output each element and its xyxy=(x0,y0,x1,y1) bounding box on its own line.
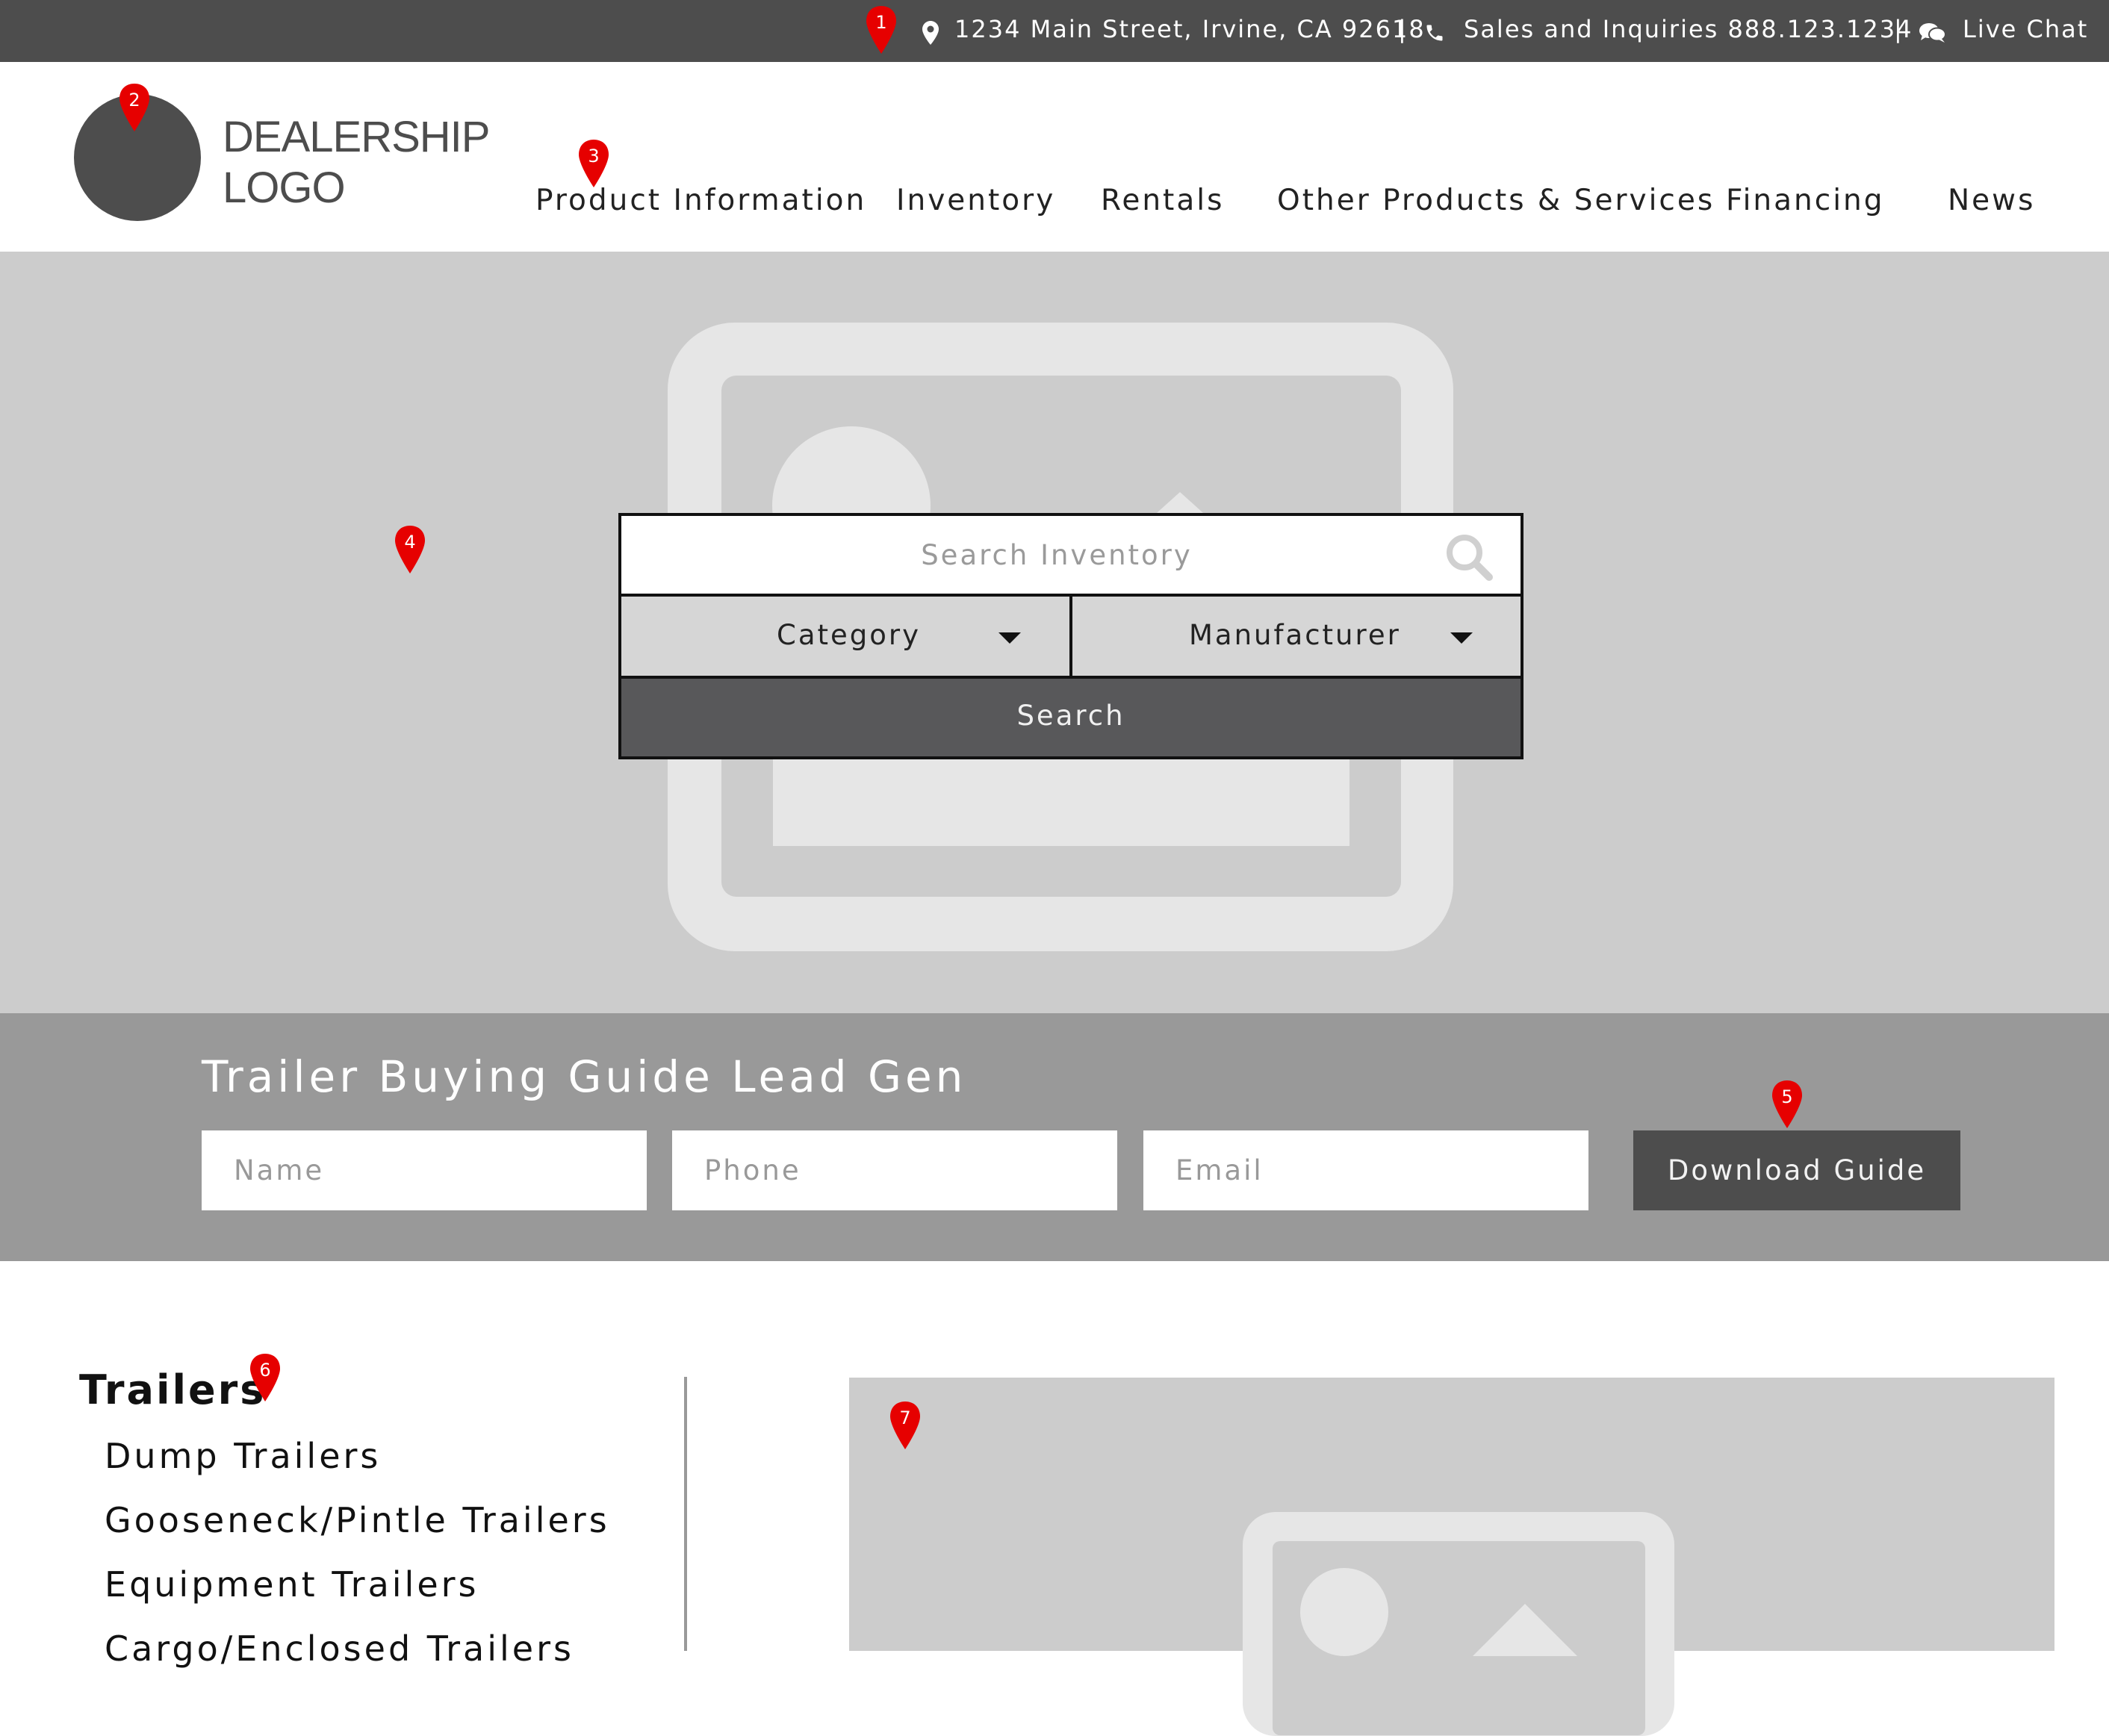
section-divider xyxy=(684,1377,687,1651)
nav-other-products-services[interactable]: Other Products & Services xyxy=(1277,184,1715,217)
nav-financing[interactable]: Financing xyxy=(1726,184,1885,217)
annotation-pin-label: 5 xyxy=(1781,1086,1792,1107)
annotation-pin-label: 6 xyxy=(259,1360,270,1381)
annotation-pin-2: 2 xyxy=(119,84,149,131)
annotation-pin-label: 3 xyxy=(588,146,599,167)
category-link-gooseneck-pintle-trailers[interactable]: Gooseneck/Pintle Trailers xyxy=(105,1500,610,1540)
logo-text-line2[interactable]: LOGO xyxy=(223,163,346,213)
category-link-cargo-enclosed-trailers[interactable]: Cargo/Enclosed Trailers xyxy=(105,1628,574,1669)
search-icon[interactable] xyxy=(1444,532,1495,583)
inventory-search-widget: Category Manufacturer Search xyxy=(618,513,1523,759)
nav-news[interactable]: News xyxy=(1948,184,2035,217)
manufacturer-select-label: Manufacturer xyxy=(1189,619,1401,651)
name-input[interactable] xyxy=(202,1130,647,1210)
category-link-dump-trailers[interactable]: Dump Trailers xyxy=(105,1436,381,1476)
category-select-label: Category xyxy=(777,619,922,651)
manufacturer-select[interactable]: Manufacturer xyxy=(1072,594,1521,676)
placeholder-sun-shape xyxy=(1300,1568,1388,1656)
chevron-down-icon xyxy=(1450,632,1473,644)
location-pin-icon xyxy=(922,21,939,45)
search-button[interactable]: Search xyxy=(621,676,1521,756)
email-input[interactable] xyxy=(1143,1130,1588,1210)
search-inventory-input[interactable] xyxy=(621,516,1521,594)
annotation-pin-label: 7 xyxy=(899,1407,910,1428)
annotation-pin-label: 2 xyxy=(128,90,140,111)
sales-phone-link[interactable]: Sales and Inquiries 888.123.1234 xyxy=(1464,15,1913,43)
logo-text-line1[interactable]: DEALERSHIP xyxy=(223,112,490,162)
chat-icon[interactable] xyxy=(1919,22,1946,43)
category-title: Trailers xyxy=(79,1366,267,1413)
annotation-pin-7: 7 xyxy=(890,1401,920,1449)
phone-input[interactable] xyxy=(672,1130,1117,1210)
nav-rentals[interactable]: Rentals xyxy=(1101,184,1224,217)
category-select[interactable]: Category xyxy=(621,594,1072,676)
category-link-equipment-trailers[interactable]: Equipment Trailers xyxy=(105,1564,479,1605)
address-text: 1234 Main Street, Irvine, CA 92618 xyxy=(954,15,1426,43)
download-guide-button[interactable]: Download Guide xyxy=(1633,1130,1960,1210)
lead-gen-title: Trailer Buying Guide Lead Gen xyxy=(202,1051,967,1102)
annotation-pin-3: 3 xyxy=(579,140,609,187)
placeholder-ground-shape xyxy=(773,754,1349,846)
annotation-pin-1: 1 xyxy=(866,6,896,54)
placeholder-mountain-shape xyxy=(1473,1604,1577,1656)
topbar-separator: | xyxy=(1398,15,1406,43)
annotation-pin-label: 4 xyxy=(404,532,415,553)
live-chat-link[interactable]: Live Chat xyxy=(1963,15,2088,43)
phone-icon xyxy=(1426,25,1443,41)
annotation-pin-5: 5 xyxy=(1772,1080,1802,1128)
nav-inventory[interactable]: Inventory xyxy=(896,184,1055,217)
chevron-down-icon xyxy=(998,632,1021,644)
topbar-separator: | xyxy=(1894,15,1902,43)
annotation-pin-6: 6 xyxy=(250,1354,280,1401)
annotation-pin-4: 4 xyxy=(395,526,425,573)
annotation-pin-label: 1 xyxy=(875,12,886,33)
